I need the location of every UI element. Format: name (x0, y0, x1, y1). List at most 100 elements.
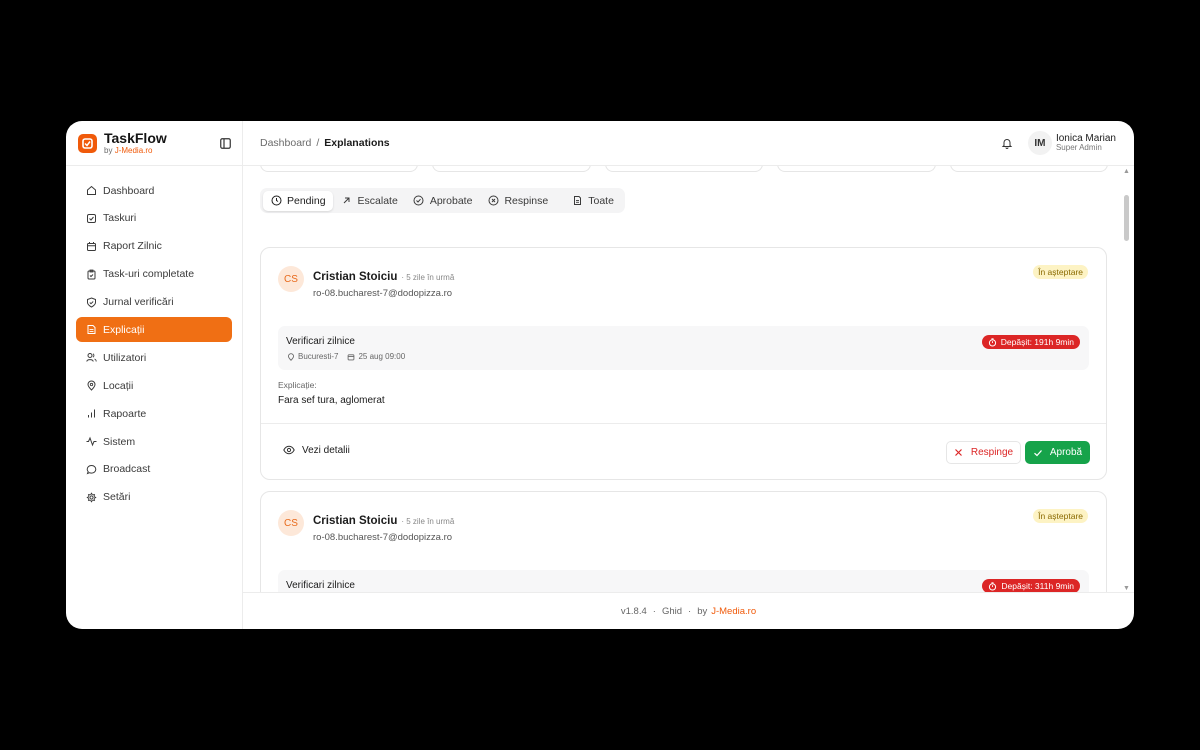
sidebar-item-taskuri[interactable]: Taskuri (76, 206, 232, 231)
author-email: ro-08.bucharest-7@dodopizza.ro (313, 532, 453, 543)
gear-icon (85, 491, 97, 503)
task-info: Verificari zilnice Depășit: 311h 9min (278, 570, 1089, 592)
task-date: 25 aug 09:00 (358, 352, 406, 361)
view-details-label: Vezi detalii (302, 444, 350, 456)
content-area: Pending Escalate Aprobate Respinse Toate (243, 166, 1134, 592)
task-meta: Bucuresti-7 25 aug 09:00 (286, 352, 405, 361)
home-icon (85, 185, 97, 197)
clock-icon (270, 195, 282, 207)
relative-time: · 5 zile în urmă (401, 273, 455, 282)
author-info: Cristian Stoiciu · 5 zile în urmă ro-08.b… (313, 267, 454, 299)
approve-button[interactable]: Aprobă (1025, 441, 1090, 464)
brand-by: by J-Media.ro (104, 146, 153, 155)
card-header: CS Cristian Stoiciu · 5 zile în urmă ro-0… (261, 492, 1106, 562)
bell-icon[interactable] (1000, 136, 1014, 150)
app-footer: v1.8.4 · Ghid · by J-Media.ro (243, 592, 1134, 629)
reject-label: Respinge (970, 447, 1014, 458)
guide-link[interactable]: Ghid (662, 606, 682, 617)
version-text: v1.8.4 (620, 605, 647, 617)
calendar-icon (85, 240, 97, 252)
top-bar: Dashboard / Explanations IM Ionica Marian … (243, 121, 1134, 166)
sidebar-item-label: Locații (103, 379, 134, 392)
user-role: Super Admin (1055, 143, 1102, 153)
activity-icon (85, 436, 97, 448)
avatar: CS (278, 510, 304, 536)
tab-escalate[interactable]: Escalate (334, 191, 405, 211)
sidebar-item-locatii[interactable]: Locații (76, 373, 232, 398)
overdue-text: Depășit: 311h 9min (1001, 581, 1074, 591)
breadcrumb-current: Explanations (324, 137, 390, 149)
summary-card (432, 166, 591, 172)
sidebar-toggle-icon[interactable] (218, 136, 232, 150)
checkbox-icon (85, 212, 97, 224)
overdue-text: Depășit: 191h 9min (1000, 337, 1074, 347)
explanation-card: CS Cristian Stoiciu · 5 zile în urmă ro-0… (260, 247, 1107, 480)
arrow-up-right-icon (341, 195, 353, 207)
view-details-button[interactable]: Vezi detalii (283, 444, 350, 456)
scroll-up-icon[interactable]: ▲ (1123, 168, 1130, 175)
card-actions: Vezi detalii Respinge Aprobă (261, 423, 1106, 479)
tab-label: Aprobate (429, 194, 473, 207)
explanation-label: Explicație: (278, 380, 317, 390)
sidebar-item-label: Sistem (103, 435, 136, 448)
task-title: Verificari zilnice (286, 580, 355, 591)
shield-icon (85, 296, 97, 308)
sidebar-item-sistem[interactable]: Sistem (76, 429, 232, 454)
reject-button[interactable]: Respinge (946, 441, 1021, 464)
brand-name: TaskFlow (104, 130, 167, 146)
summary-card (949, 166, 1109, 172)
sidebar-item-label: Task-uri completate (103, 268, 195, 281)
timer-icon (988, 581, 997, 591)
author-name: Cristian Stoiciu (313, 271, 398, 283)
sidebar-item-label: Jurnal verificări (103, 296, 174, 309)
sidebar-item-task-uri-completate[interactable]: Task-uri completate (76, 262, 232, 287)
breadcrumb: Dashboard / Explanations (260, 137, 1000, 149)
sidebar-item-label: Taskuri (103, 212, 137, 225)
author-email: ro-08.bucharest-7@dodopizza.ro (313, 288, 453, 299)
sidebar-item-raport-zilnic[interactable]: Raport Zilnic (76, 234, 232, 259)
tab-pending[interactable]: Pending (263, 190, 333, 211)
brand-header: TaskFlow by J-Media.ro (66, 121, 242, 166)
map-pin-icon (85, 380, 97, 392)
file-icon (571, 195, 583, 207)
breadcrumb-separator: / (316, 137, 320, 149)
tab-toate[interactable]: Toate (564, 191, 621, 211)
sidebar-item-broadcast[interactable]: Broadcast (76, 457, 232, 482)
vertical-scrollbar[interactable]: ▲ ▼ (1122, 166, 1132, 592)
avatar: CS (278, 266, 304, 292)
summary-card (777, 166, 936, 172)
main-area: Dashboard / Explanations IM Ionica Marian … (243, 121, 1134, 629)
sidebar-item-jurnal-verificari[interactable]: Jurnal verificări (76, 290, 232, 315)
user-info[interactable]: Ionica Marian Super Admin (1056, 133, 1116, 153)
author-info: Cristian Stoiciu · 5 zile în urmă ro-08.b… (313, 511, 454, 543)
breadcrumb-root[interactable]: Dashboard (260, 137, 311, 149)
card-header: CS Cristian Stoiciu · 5 zile în urmă ro-0… (261, 248, 1106, 318)
sidebar-item-rapoarte[interactable]: Rapoarte (76, 401, 232, 426)
sidebar-item-utilizatori[interactable]: Utilizatori (76, 345, 232, 370)
brand-text: TaskFlow by J-Media.ro (104, 131, 218, 155)
author-name: Cristian Stoiciu (313, 515, 398, 527)
sidebar-item-label: Rapoarte (103, 407, 147, 420)
clipboard-check-icon (85, 268, 97, 280)
sidebar-item-label: Explicații (103, 323, 145, 336)
scroll-down-icon[interactable]: ▼ (1123, 585, 1130, 592)
explanation-card: CS Cristian Stoiciu · 5 zile în urmă ro-0… (260, 491, 1107, 592)
task-info: Verificari zilnice Bucuresti-7 25 aug 09… (278, 326, 1089, 370)
sidebar-item-setari[interactable]: Setări (76, 485, 232, 510)
close-icon (954, 448, 964, 458)
sidebar-item-label: Setări (103, 491, 131, 504)
avatar[interactable]: IM (1027, 131, 1052, 155)
sidebar-item-label: Utilizatori (103, 351, 147, 364)
calendar-icon (346, 352, 355, 361)
sidebar-item-dashboard[interactable]: Dashboard (76, 178, 232, 203)
tab-respinse[interactable]: Respinse (480, 191, 555, 211)
sidebar-nav: Dashboard Taskuri Raport Zilnic Task-uri… (66, 166, 242, 513)
status-tabs: Pending Escalate Aprobate Respinse Toate (260, 188, 625, 213)
scroll-thumb[interactable] (1124, 195, 1129, 241)
summary-card (260, 166, 419, 172)
message-icon (85, 463, 97, 475)
tab-aprobate[interactable]: Aprobate (406, 191, 480, 211)
sidebar: TaskFlow by J-Media.ro Dashboard Taskuri… (66, 121, 243, 629)
footer-brand-link[interactable]: J-Media.ro (711, 606, 756, 617)
sidebar-item-explicatii[interactable]: Explicații (76, 317, 232, 343)
